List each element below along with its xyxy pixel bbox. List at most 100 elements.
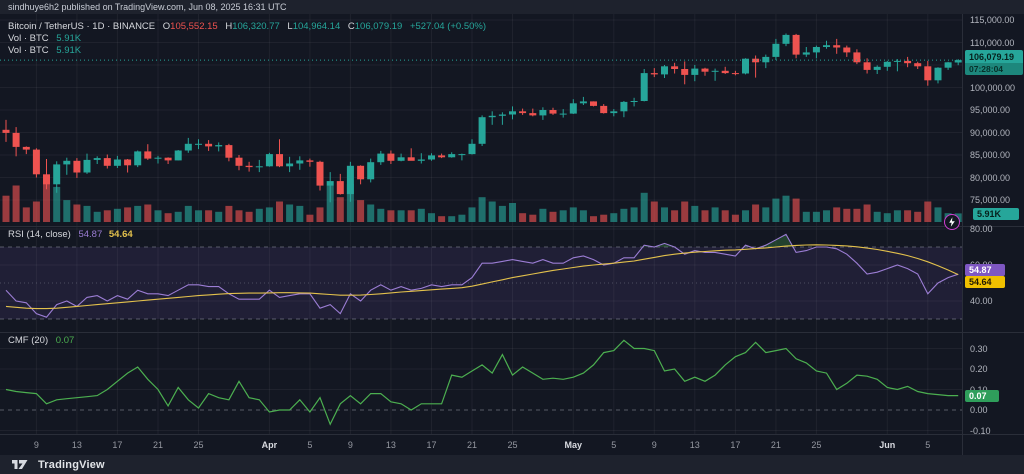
volume-bar bbox=[833, 207, 840, 222]
rsi-ma-value: 54.64 bbox=[109, 229, 133, 240]
time-tick-label: 9 bbox=[639, 440, 669, 450]
candle-body bbox=[874, 67, 881, 70]
rsi-ma-badge: 54.64 bbox=[965, 276, 1005, 288]
volume-bar bbox=[469, 207, 476, 222]
candle-body bbox=[732, 73, 739, 74]
symbol-row[interactable]: Bitcoin / TetherUS · 1D · BINANCE O105,5… bbox=[8, 21, 486, 33]
candle-body bbox=[165, 158, 172, 161]
candle-body bbox=[246, 166, 253, 167]
candle-body bbox=[823, 45, 830, 47]
volume-bar bbox=[134, 206, 141, 222]
candle-body bbox=[499, 115, 506, 116]
open-value: 105,552.15 bbox=[170, 21, 218, 32]
volume-bar bbox=[367, 205, 374, 223]
time-tick-label: 25 bbox=[801, 440, 831, 450]
cmf-line bbox=[6, 340, 958, 424]
candle-body bbox=[469, 144, 476, 154]
cmf-legend[interactable]: CMF (20) 0.07 bbox=[8, 335, 74, 346]
cmf-pane[interactable] bbox=[0, 332, 962, 434]
symbol-title[interactable]: Bitcoin / TetherUS · 1D · BINANCE bbox=[8, 21, 155, 32]
volume-bar bbox=[610, 213, 617, 222]
close-value: 106,079.19 bbox=[355, 21, 403, 32]
time-tick-label: 13 bbox=[376, 440, 406, 450]
volume-bar bbox=[499, 206, 506, 222]
candle-body bbox=[803, 52, 810, 54]
candle-body bbox=[317, 162, 324, 186]
candle-body bbox=[296, 160, 303, 163]
axis-label: 40.00 bbox=[970, 296, 993, 306]
candle-body bbox=[783, 35, 790, 44]
volume-bar bbox=[702, 210, 709, 222]
candle-body bbox=[155, 158, 162, 159]
time-tick-label: 21 bbox=[457, 440, 487, 450]
volume-bar bbox=[104, 210, 111, 222]
rsi-badge: 54.87 bbox=[965, 264, 1005, 276]
volume-bar bbox=[864, 205, 871, 223]
time-tick-label: 5 bbox=[599, 440, 629, 450]
candle-body bbox=[367, 162, 374, 179]
candle-body bbox=[550, 110, 557, 114]
candle-body bbox=[236, 158, 243, 166]
time-tick-label: 21 bbox=[761, 440, 791, 450]
time-tick-label: 25 bbox=[498, 440, 528, 450]
volume-bar bbox=[550, 212, 557, 222]
candle-body bbox=[793, 35, 800, 55]
volume-bar bbox=[691, 206, 698, 222]
chart-area[interactable]: Bitcoin / TetherUS · 1D · BINANCE O105,5… bbox=[0, 14, 1024, 455]
candle-body bbox=[104, 158, 111, 166]
last-price-value: 106,079.19 bbox=[965, 50, 1023, 63]
volume-label: Vol · BTC bbox=[8, 33, 49, 44]
boost-flash-icon[interactable] bbox=[944, 214, 960, 230]
candle-body bbox=[33, 150, 40, 175]
rsi-legend[interactable]: RSI (14, close) 54.87 54.64 bbox=[8, 229, 133, 240]
candle-body bbox=[671, 66, 678, 69]
candle-body bbox=[691, 69, 698, 75]
candle-body bbox=[813, 47, 820, 52]
candle-body bbox=[418, 160, 425, 161]
volume-legend-row[interactable]: Vol · BTC 5.91K bbox=[8, 45, 486, 57]
candle-body bbox=[833, 45, 840, 47]
volume-bar bbox=[843, 209, 850, 222]
candle-body bbox=[560, 114, 567, 115]
axis-label: 0.30 bbox=[970, 344, 988, 354]
volume-bar bbox=[286, 205, 293, 223]
candle-body bbox=[428, 155, 435, 159]
time-axis[interactable]: 913172125Apr5913172125May5913172125Jun5 bbox=[0, 434, 962, 455]
volume-bar bbox=[580, 210, 587, 222]
pane-separator[interactable] bbox=[0, 226, 1024, 227]
axis-label: 0.00 bbox=[970, 405, 988, 415]
candle-body bbox=[134, 151, 141, 165]
volume-bar bbox=[529, 215, 536, 222]
rsi-pane[interactable] bbox=[0, 226, 962, 332]
volume-bar bbox=[23, 207, 30, 222]
volume-legend-row[interactable]: Vol · BTC 5.91K bbox=[8, 33, 486, 45]
candle-body bbox=[84, 160, 91, 173]
pane-separator[interactable] bbox=[0, 332, 1024, 333]
volume-bar bbox=[306, 215, 313, 222]
volume-bar bbox=[246, 212, 253, 222]
volume-bar bbox=[722, 210, 729, 222]
candle-body bbox=[408, 157, 415, 161]
candle-body bbox=[681, 69, 688, 75]
candle-body bbox=[479, 117, 486, 144]
volume-bar bbox=[43, 184, 50, 222]
header-bar: sindhuye6h2 published on TradingView.com… bbox=[0, 0, 1024, 14]
candle-body bbox=[53, 164, 60, 184]
volume-bar bbox=[225, 206, 232, 222]
candle-body bbox=[539, 110, 546, 115]
volume-bar bbox=[590, 216, 597, 222]
candle-body bbox=[286, 164, 293, 167]
volume-bar bbox=[317, 207, 324, 222]
publish-info: sindhuye6h2 published on TradingView.com… bbox=[8, 2, 287, 12]
time-tick-label: 13 bbox=[680, 440, 710, 450]
last-price-badge[interactable]: 106,079.19 07:28:04 bbox=[965, 50, 1023, 75]
volume-bar bbox=[398, 210, 405, 222]
lightning-bolt-icon bbox=[948, 217, 956, 227]
time-tick-label: 17 bbox=[102, 440, 132, 450]
axis-label: 100,000.00 bbox=[970, 83, 1015, 93]
price-axis-column[interactable]: 106,079.19 07:28:04 5.91K 54.87 54.64 0.… bbox=[962, 14, 1024, 455]
volume-badge: 5.91K bbox=[973, 208, 1019, 220]
high-value: 106,320.77 bbox=[232, 21, 280, 32]
candle-body bbox=[306, 160, 313, 161]
candle-body bbox=[752, 59, 759, 63]
